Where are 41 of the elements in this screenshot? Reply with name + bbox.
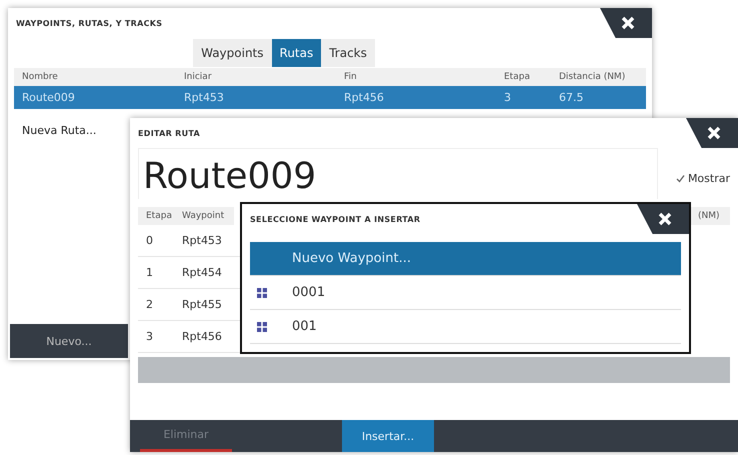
- close-icon: [621, 16, 635, 30]
- column-header: Nombre: [14, 68, 176, 86]
- route-name-field[interactable]: Route009: [138, 148, 658, 199]
- window-title: SELECCIONE WAYPOINT A INSERTAR: [250, 214, 420, 224]
- table-cell-text: 3: [503, 90, 512, 106]
- waypoint-icon: [256, 320, 268, 332]
- close-button[interactable]: [686, 118, 738, 148]
- table-cell-text: 67.5: [558, 90, 584, 106]
- window-title: WAYPOINTS, RUTAS, Y TRACKS: [16, 18, 162, 28]
- column-header: Distancia (NM): [551, 68, 646, 86]
- column-header: Fin: [336, 68, 496, 86]
- table-cell-text: Rpt456: [343, 90, 385, 106]
- close-icon: [658, 212, 672, 226]
- close-icon: [707, 126, 721, 140]
- list-item[interactable]: Nuevo Waypoint...: [250, 242, 681, 276]
- tab[interactable]: Rutas: [272, 39, 322, 67]
- scroll-bar[interactable]: [138, 357, 730, 383]
- tab[interactable]: Tracks: [321, 39, 375, 67]
- insert-button[interactable]: Insertar...: [342, 420, 434, 452]
- tab[interactable]: Waypoints: [193, 39, 272, 67]
- column-header: (NM): [690, 207, 730, 225]
- table-cell: 0: [138, 225, 174, 257]
- column-header: Etapa: [496, 68, 551, 86]
- list-item[interactable]: 0001: [250, 276, 681, 310]
- table-cell: 1: [138, 257, 174, 289]
- show-checkbox[interactable]: Mostrar: [676, 172, 730, 199]
- column-header: Iniciar: [176, 68, 336, 86]
- waypoint-icon: [256, 286, 268, 298]
- check-icon: [676, 174, 685, 183]
- table-row[interactable]: Nueva Ruta...: [14, 119, 124, 142]
- column-header: Waypoint: [174, 207, 234, 225]
- column-header: Etapa: [138, 207, 174, 225]
- new-button[interactable]: Nuevo...: [10, 324, 128, 358]
- table-cell-text: Route009: [21, 90, 76, 106]
- close-button[interactable]: [600, 8, 652, 38]
- list-item[interactable]: 001: [250, 310, 681, 344]
- window-title: EDITAR RUTA: [138, 128, 200, 138]
- table-cell: 2: [138, 289, 174, 321]
- table-cell-text: Rpt453: [183, 90, 225, 106]
- table-cell: 3: [138, 321, 174, 353]
- close-button[interactable]: [637, 204, 689, 234]
